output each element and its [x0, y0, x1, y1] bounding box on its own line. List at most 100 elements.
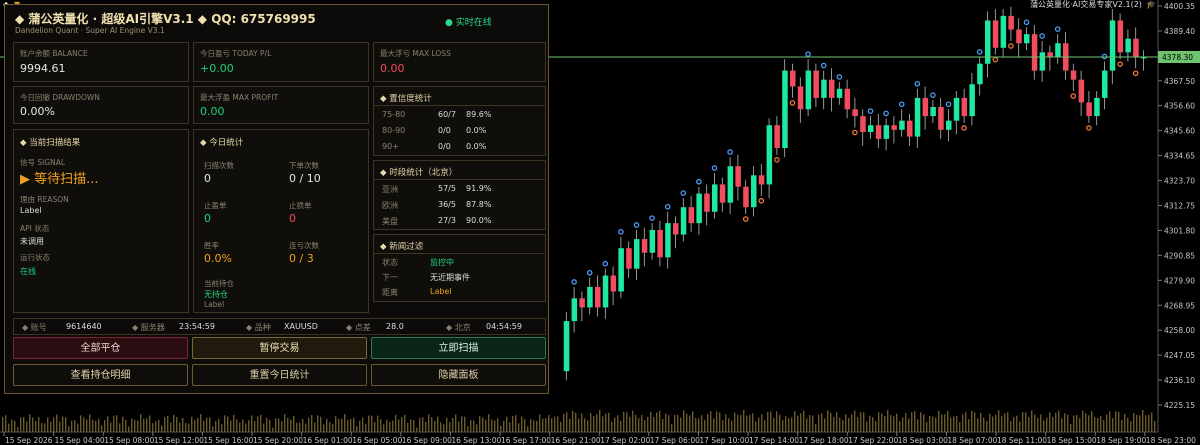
time-tick-label: 18 Sep 07:00 — [947, 436, 997, 445]
time-tick-label: 16 Sep 09:00 — [402, 436, 452, 445]
candle-body — [875, 125, 882, 139]
volume-bar — [395, 414, 397, 432]
time-tick-label: 15 Sep 08:00 — [104, 436, 154, 445]
volume-bar — [182, 417, 184, 432]
signal-marker — [649, 215, 655, 221]
candle-body — [1133, 38, 1139, 57]
volume-bar — [8, 423, 10, 432]
volume-bar — [329, 422, 331, 432]
volume-bar — [458, 421, 460, 432]
candlestick-series — [563, 6, 1147, 381]
candle-body — [1094, 97, 1100, 117]
volume-bar — [161, 425, 163, 432]
scan-result-title: ◆ 当前扫描结果 — [20, 138, 81, 148]
balance-value: 9994.61 — [20, 62, 66, 75]
volume-bar — [5, 415, 7, 432]
volume-bar — [833, 416, 835, 432]
volume-bar — [350, 419, 352, 432]
session-rate: 91.9% — [466, 184, 492, 193]
candle-body — [836, 88, 843, 98]
news-filter-card: ◆ 新闻过滤 状态 监控中 下一 无近期事件 距离 Label — [373, 234, 546, 302]
volume-bar — [1130, 421, 1132, 432]
scan-now-button[interactable]: 立即扫描 — [371, 337, 546, 359]
candle-body — [766, 125, 773, 185]
volume-bar — [680, 417, 682, 432]
symbol-value: XAUUSD — [284, 322, 318, 331]
candle-body — [563, 321, 570, 372]
candle-body — [1117, 20, 1124, 53]
reset-stats-button[interactable]: 重置今日统计 — [192, 364, 367, 386]
volume-bar — [848, 418, 850, 432]
volume-bar — [437, 416, 439, 432]
beijing-label: ◆ 北京 — [446, 323, 471, 332]
news-next-value: 无近期事件 — [430, 273, 470, 282]
position-value: 无持仓 — [204, 290, 228, 299]
drawdown-value: 0.00% — [20, 105, 55, 118]
volume-bar — [602, 416, 604, 432]
candle-body — [751, 175, 757, 208]
signal-marker — [852, 129, 858, 136]
price-tick-label: 4236.10 — [1164, 376, 1195, 385]
volume-bar — [752, 413, 754, 432]
volume-bar — [974, 412, 976, 432]
volume-bar — [335, 416, 337, 432]
volume-bar — [1100, 415, 1102, 432]
volume-bar — [941, 414, 943, 432]
volume-bar — [77, 423, 79, 432]
time-tick-label: 17 Sep 18:00 — [799, 436, 849, 445]
volume-bar — [572, 410, 574, 432]
volume-bar — [830, 412, 832, 432]
signal-marker — [1023, 19, 1030, 26]
volume-bar — [626, 412, 628, 432]
candle-body — [571, 298, 578, 322]
volume-bar — [143, 418, 145, 432]
signal-label: 信号 SIGNAL — [20, 158, 66, 167]
time-tick-label: 17 Sep 06:00 — [650, 436, 700, 445]
volume-bar — [1136, 414, 1138, 432]
volume-bar — [893, 416, 895, 432]
confidence-rate: 0.0% — [466, 126, 487, 135]
volume-bar — [287, 417, 289, 432]
volume-bar — [146, 418, 148, 432]
volume-bar — [1133, 413, 1135, 432]
scan-count-value: 0 — [204, 172, 211, 185]
volume-bar — [17, 427, 19, 432]
view-positions-button[interactable]: 查看持仓明细 — [13, 364, 188, 386]
close-all-button[interactable]: 全部平仓 — [13, 337, 188, 359]
volume-bar — [545, 418, 547, 432]
volume-bar — [785, 415, 787, 432]
volume-bar — [599, 410, 601, 432]
pause-trading-button[interactable]: 暂停交易 — [192, 337, 367, 359]
volume-bar — [20, 417, 22, 432]
volume-bar — [272, 427, 274, 432]
volume-bar — [878, 412, 880, 432]
volume-bar — [35, 421, 37, 432]
volume-bar — [332, 423, 334, 432]
volume-bar — [290, 419, 292, 432]
volume-bar — [914, 410, 916, 432]
volume-bar — [83, 417, 85, 432]
volume-bar — [194, 420, 196, 432]
time-tick-label: 17 Sep 10:00 — [699, 436, 749, 445]
volume-bar — [638, 418, 640, 432]
volume-bar — [542, 418, 544, 432]
expert-hat-icon[interactable]: 🎓 — [1146, 0, 1156, 10]
today-stats-card: ◆ 今日统计 扫描次数 0 下单次数 0 / 10 止盈单 0 止损单 0 胜率… — [193, 129, 369, 313]
candle-body — [992, 20, 999, 48]
volume-bar — [836, 412, 838, 432]
volume-bar — [29, 414, 31, 432]
volume-bar — [1097, 418, 1099, 432]
volume-bar — [674, 414, 676, 432]
candle-body — [790, 70, 796, 87]
volume-bar — [494, 420, 496, 432]
price-tick-label: 4247.05 — [1164, 351, 1195, 360]
hide-panel-button[interactable]: 隐藏面板 — [371, 364, 546, 386]
volume-bar — [1076, 415, 1078, 432]
volume-bar — [707, 414, 709, 432]
volume-bar — [629, 416, 631, 432]
confidence-range: 90+ — [382, 142, 399, 151]
volume-bar — [197, 417, 199, 432]
volume-bar — [1124, 414, 1126, 432]
max-profit-label: 最大浮盈 MAX PROFIT — [200, 93, 279, 102]
order-count-value: 0 / 10 — [289, 172, 321, 185]
